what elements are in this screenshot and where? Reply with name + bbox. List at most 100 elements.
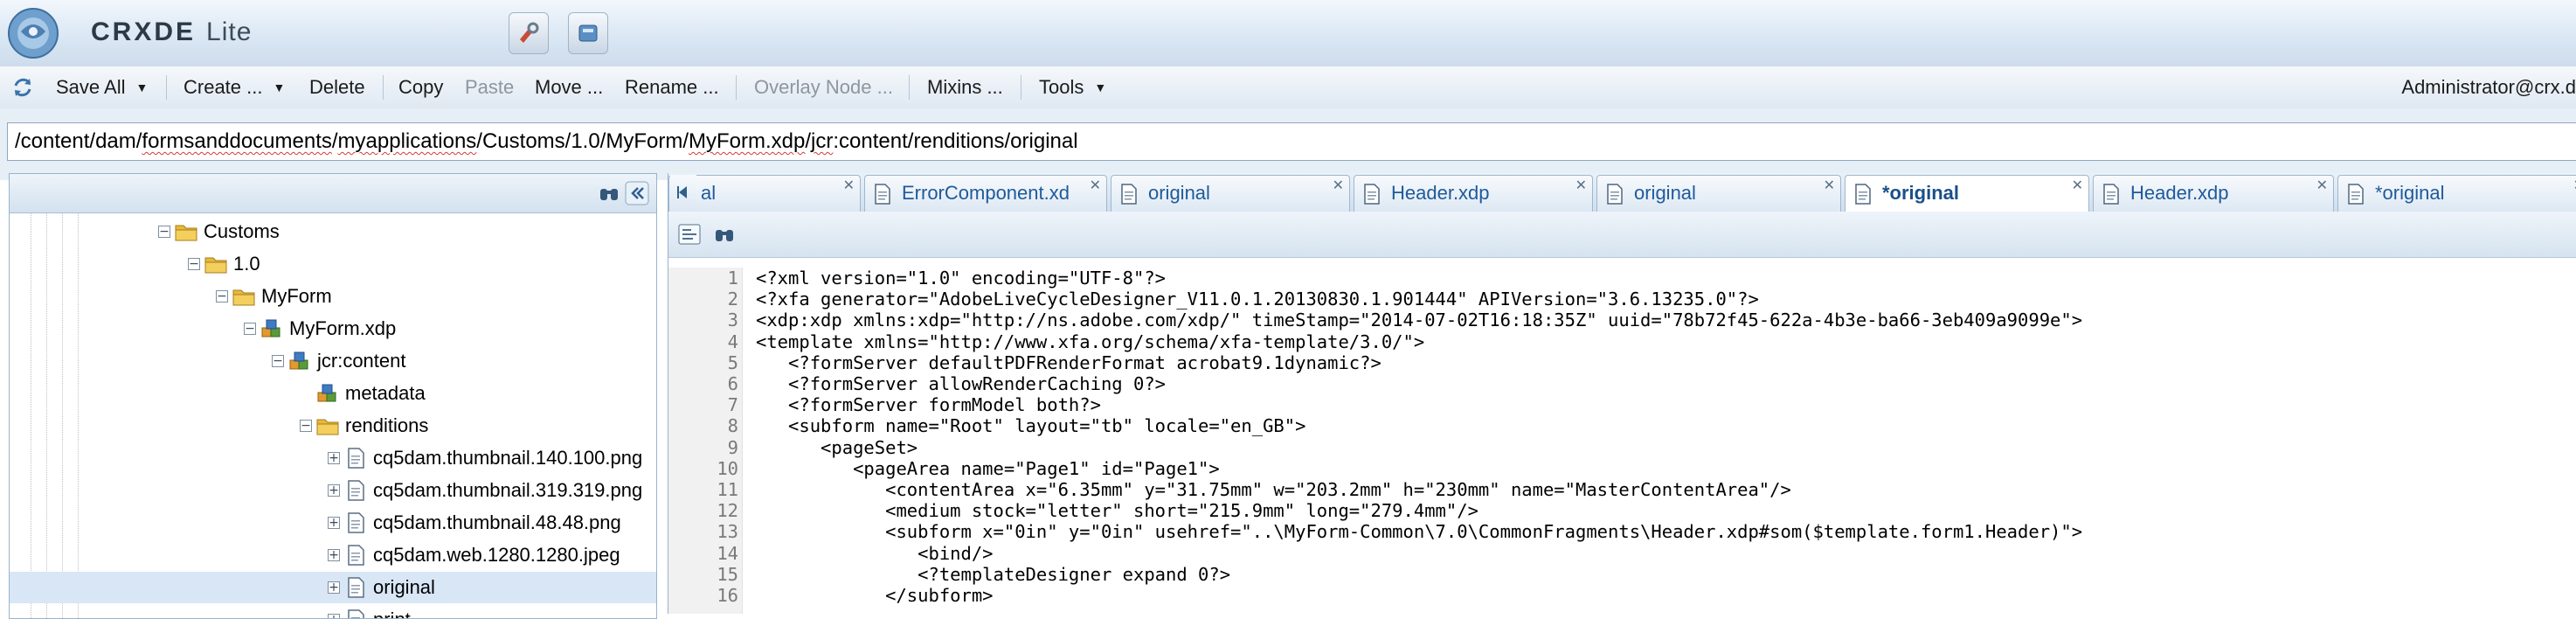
close-tab-icon[interactable]: ✕ <box>1824 177 1835 195</box>
tree-node[interactable]: + cq5dam.thumbnail.48.48.png <box>10 507 656 539</box>
expand-toggle-icon[interactable]: + <box>328 549 340 561</box>
code-line: 12 <medium stock="letter" short="215.9mm… <box>668 500 2576 521</box>
expand-toggle-icon[interactable]: + <box>328 517 340 529</box>
collapse-toggle-icon[interactable]: − <box>244 323 256 335</box>
editor-tab[interactable]: ErrorComponent.xd ✕ <box>864 175 1107 212</box>
tree-node[interactable]: + cq5dam.thumbnail.140.100.png <box>10 442 656 474</box>
tree-node-label: cq5dam.thumbnail.319.319.png <box>373 479 643 501</box>
brand-primary: CRXDE <box>91 17 197 46</box>
close-tab-icon[interactable]: ✕ <box>2573 177 2576 195</box>
line-number: 2 <box>727 289 738 310</box>
code-text: <xdp:xdp xmlns:xdp="http://ns.adobe.com/… <box>756 310 2083 331</box>
tree-node[interactable]: − MyForm <box>10 281 656 312</box>
close-tab-icon[interactable]: ✕ <box>1090 177 1101 195</box>
file-icon <box>2348 184 2364 205</box>
close-tab-icon[interactable]: ✕ <box>843 177 855 195</box>
tree-node[interactable]: metadata <box>10 378 656 409</box>
expand-toggle-icon[interactable]: + <box>328 452 340 464</box>
expand-toggle-icon[interactable]: + <box>328 581 340 594</box>
user-menu[interactable]: Administrator@crx.d <box>2401 75 2576 100</box>
toolbar-divider <box>166 75 167 100</box>
code-line: 5 <?formServer defaultPDFRenderFormat ac… <box>668 352 2576 373</box>
move-button[interactable]: Move ... <box>535 75 603 100</box>
paste-button[interactable]: Paste <box>465 75 514 100</box>
tree-node[interactable]: − MyForm.xdp <box>10 313 656 344</box>
tree-node[interactable]: + cq5dam.thumbnail.319.319.png <box>10 475 656 506</box>
tools-icon <box>520 22 539 43</box>
crx-logo-icon <box>8 8 59 59</box>
delete-button[interactable]: Delete <box>309 75 365 100</box>
editor-tab[interactable]: al ✕ <box>668 175 861 212</box>
tree-node[interactable]: − renditions <box>10 410 656 442</box>
find-icon[interactable] <box>712 222 737 247</box>
copy-button[interactable]: Copy <box>398 75 443 100</box>
tab-label: Header.xdp <box>1391 182 1490 204</box>
refresh-icon[interactable] <box>10 75 35 100</box>
code-line: 7 <?formServer formModel both?> <box>668 394 2576 415</box>
tree-node[interactable]: − Customs <box>10 216 656 247</box>
create-button[interactable]: Create ... ▼ <box>184 75 285 101</box>
overlay-node-button[interactable]: Overlay Node ... <box>754 75 893 100</box>
code-text: <pageArea name="Page1" id="Page1"> <box>756 457 1220 479</box>
editor-subtoolbar <box>668 212 2576 258</box>
path-input[interactable]: /content/dam/formsanddocuments/myapplica… <box>7 122 2576 161</box>
editor-tab[interactable]: original ✕ <box>1111 175 1350 212</box>
package-icon <box>578 24 598 42</box>
rename-button[interactable]: Rename ... <box>625 75 719 100</box>
line-number: 10 <box>717 457 738 479</box>
code-text: <?xfa generator="AdobeLiveCycleDesigner_… <box>756 289 1759 310</box>
close-tab-icon[interactable]: ✕ <box>2316 177 2328 195</box>
repository-tree: − Customs − 1.0 − MyForm − MyForm.xdp − jcr:conte… <box>10 212 656 618</box>
tab-label: *original <box>1882 182 1960 204</box>
switcher-button[interactable] <box>509 12 549 54</box>
tree-node[interactable]: + cq5dam.web.1280.1280.jpeg <box>10 539 656 571</box>
tree-node-label: MyForm.xdp <box>289 317 397 339</box>
format-icon[interactable] <box>677 222 702 247</box>
tree-node-label: MyForm <box>261 285 332 307</box>
save-all-button[interactable]: Save All ▼ <box>56 75 148 101</box>
file-icon <box>343 478 368 503</box>
editor-tab[interactable]: *original ✕ <box>2337 175 2576 212</box>
package-button[interactable] <box>568 12 608 54</box>
binoculars-icon[interactable] <box>597 181 621 205</box>
path-segment: myapplications <box>337 129 477 153</box>
collapse-toggle-icon[interactable]: − <box>272 355 284 367</box>
expand-toggle-icon[interactable]: + <box>328 614 340 618</box>
collapse-toggle-icon[interactable]: − <box>216 290 228 303</box>
line-number: 12 <box>717 500 738 522</box>
collapse-toggle-icon[interactable]: − <box>300 420 312 432</box>
tab-scroll-left-button[interactable] <box>670 175 696 210</box>
app-header: CRXDE Lite <box>0 0 2576 67</box>
tools-menu-button[interactable]: Tools ▼ <box>1039 75 1106 101</box>
code-text: <?formServer defaultPDFRenderFormat acro… <box>756 351 1381 373</box>
tree-node-label: cq5dam.thumbnail.140.100.png <box>373 447 643 469</box>
tree-node[interactable]: + original <box>10 572 656 603</box>
close-tab-icon[interactable]: ✕ <box>2072 177 2083 195</box>
collapse-panel-icon[interactable] <box>625 181 649 205</box>
file-icon <box>875 184 890 205</box>
collapse-toggle-icon[interactable]: − <box>158 226 170 238</box>
code-editor[interactable]: 1 <?xml version="1.0" encoding="UTF-8"?> 2… <box>668 268 2576 614</box>
tree-node[interactable]: − 1.0 <box>10 248 656 280</box>
code-line: 10 <pageArea name="Page1" id="Page1"> <box>668 458 2576 479</box>
path-segment: MyForm.xdp <box>689 129 806 153</box>
editor-tab[interactable]: original ✕ <box>1596 175 1841 212</box>
tree-node[interactable]: + print <box>10 604 656 618</box>
expand-toggle-icon[interactable]: + <box>328 484 340 497</box>
tree-node[interactable]: − jcr:content <box>10 345 656 377</box>
file-icon <box>1607 184 1623 205</box>
chevron-down-icon: ▼ <box>1094 80 1107 94</box>
editor-tab[interactable]: Header.xdp ✕ <box>2093 175 2334 212</box>
mixins-button[interactable]: Mixins ... <box>927 75 1003 100</box>
close-tab-icon[interactable]: ✕ <box>1333 177 1344 195</box>
tree-node-label: Customs <box>204 220 280 242</box>
file-icon <box>343 446 368 470</box>
close-tab-icon[interactable]: ✕ <box>1575 177 1587 195</box>
tree-node-label: metadata <box>345 382 426 404</box>
path-segment: / <box>331 129 338 153</box>
collapse-toggle-icon[interactable]: − <box>188 258 200 270</box>
editor-tab[interactable]: Header.xdp ✕ <box>1354 175 1593 212</box>
toolbar-divider <box>383 75 384 100</box>
file-icon <box>1855 184 1871 205</box>
editor-tab[interactable]: *original ✕ <box>1845 175 2089 212</box>
